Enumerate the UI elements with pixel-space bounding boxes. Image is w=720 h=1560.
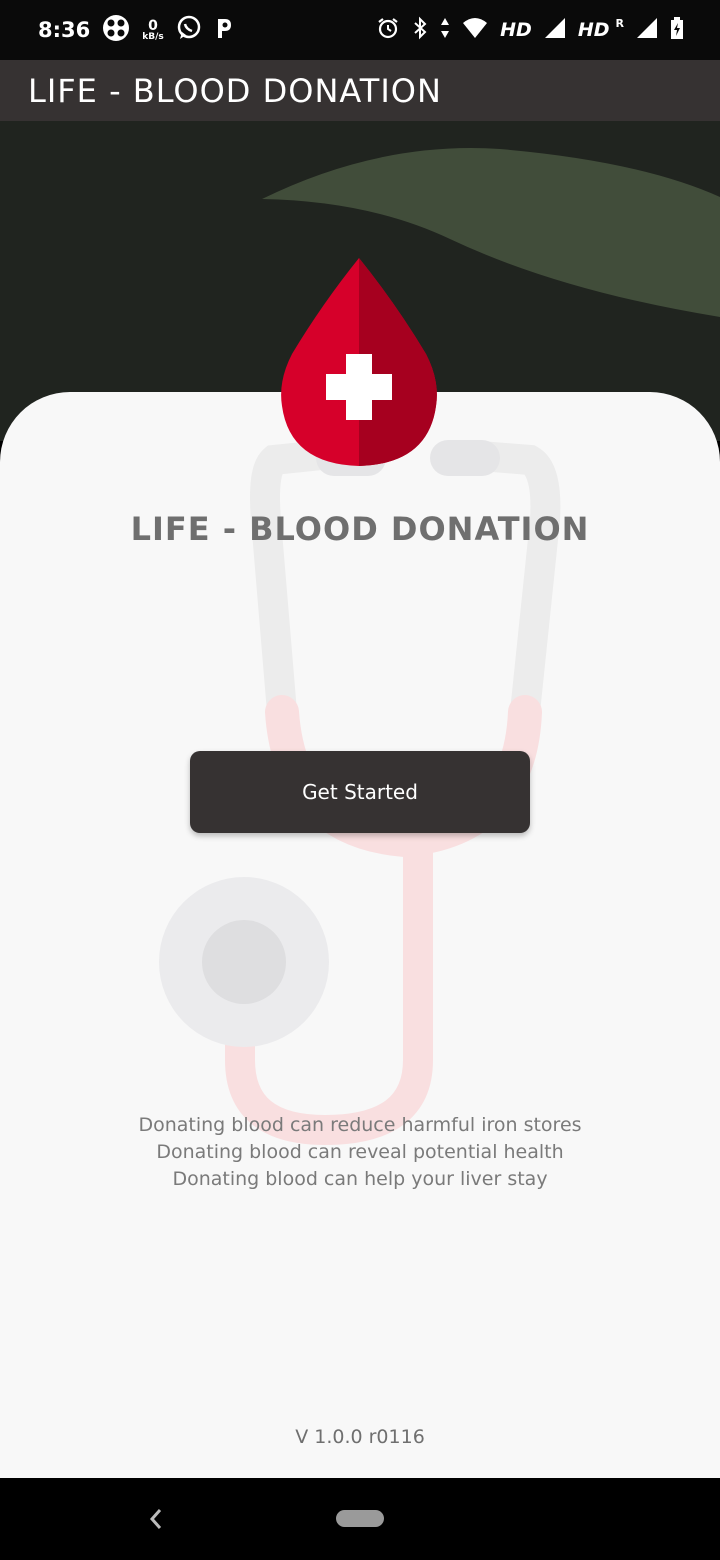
hd-label-1: HD <box>500 19 532 41</box>
status-left: 8:36 0 kB/s <box>38 14 234 46</box>
content-card <box>0 392 720 1478</box>
back-icon[interactable] <box>140 1502 172 1536</box>
bluetooth-icon <box>412 16 428 44</box>
home-pill-icon[interactable] <box>336 1510 384 1527</box>
facts-list: Donating blood can reduce harmful iron s… <box>0 1112 720 1193</box>
app-icon <box>102 14 130 46</box>
signal-icon-2 <box>636 17 658 43</box>
signal-icon <box>544 17 566 43</box>
wifi-icon <box>462 17 488 43</box>
blood-drop-logo <box>281 258 437 466</box>
whatsapp-icon <box>176 15 202 45</box>
roaming-label: R <box>615 16 624 30</box>
version-label: V 1.0.0 r0116 <box>295 1426 425 1448</box>
status-right: HD HD R <box>376 16 684 44</box>
alarm-icon <box>376 16 400 44</box>
data-arrows-icon <box>440 17 450 43</box>
net-speed-value: 0 <box>148 17 158 34</box>
app-bar: LIFE - BLOOD DONATION <box>0 60 720 121</box>
fact-item: Donating blood can reduce harmful iron s… <box>138 1114 582 1136</box>
battery-charging-icon <box>670 16 684 44</box>
navigation-bar <box>0 1478 720 1560</box>
app-bar-title: LIFE - BLOOD DONATION <box>28 71 442 110</box>
get-started-button[interactable]: Get Started <box>190 751 530 833</box>
page-title: LIFE - BLOOD DONATION <box>130 510 590 548</box>
net-speed-unit: kB/s <box>142 31 164 42</box>
fact-item: Donating blood can help your liver stay <box>172 1168 548 1190</box>
p-icon <box>214 16 234 44</box>
fact-item: Donating blood can reveal potential heal… <box>156 1141 564 1163</box>
status-time: 8:36 <box>38 18 91 42</box>
net-speed: 0 kB/s <box>142 19 164 42</box>
status-bar: 8:36 0 kB/s HD HD R <box>0 0 720 60</box>
hd-label-2: HD <box>577 19 610 41</box>
